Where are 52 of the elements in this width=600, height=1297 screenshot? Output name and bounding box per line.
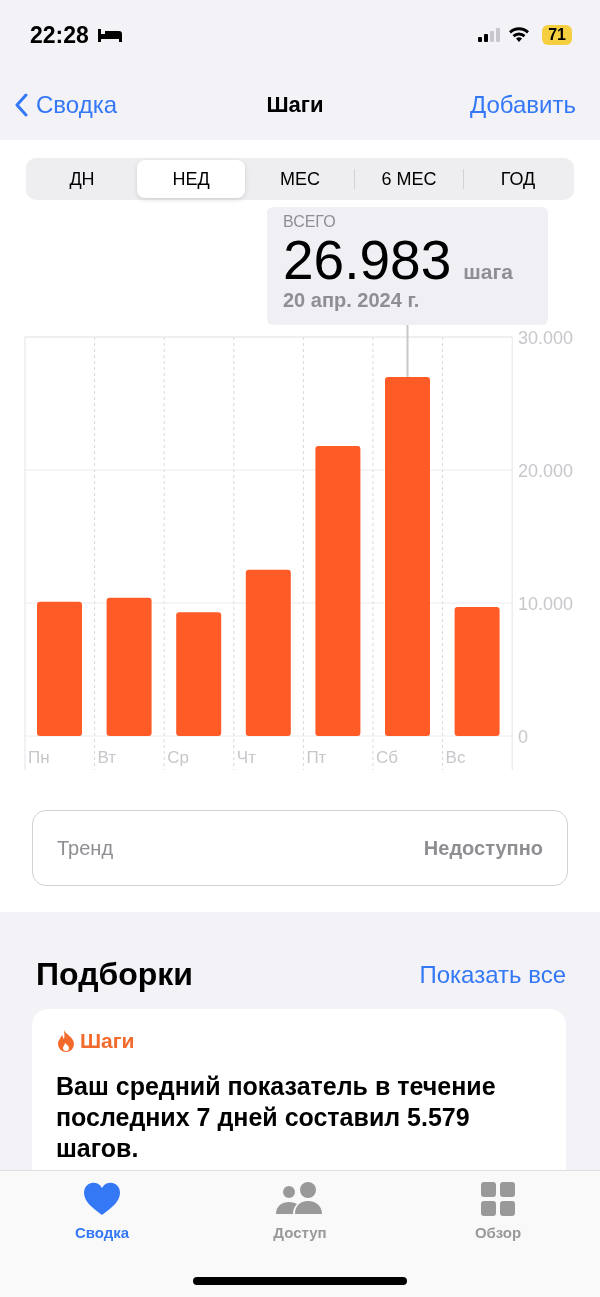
- day-label: Сб: [376, 748, 398, 767]
- axis-label: 10.000: [518, 594, 574, 614]
- bar[interactable]: [454, 607, 500, 736]
- tooltip-unit: шага: [463, 260, 513, 284]
- chevron-left-icon: [14, 93, 28, 117]
- bar[interactable]: [37, 601, 82, 736]
- card-category: Шаги: [80, 1029, 135, 1053]
- leader-line: [406, 324, 409, 378]
- signal-icon: [478, 27, 501, 43]
- section-title: Подборки: [36, 956, 193, 993]
- card-text: Ваш средний показатель в течение последних 7 дней составил 5.579 шагов.: [56, 1071, 497, 1164]
- tab-item[interactable]: Обзор: [438, 1181, 558, 1251]
- axis-label: 30.000: [518, 328, 574, 348]
- segment-tab[interactable]: МЕС: [246, 160, 354, 198]
- trend-label: Тренд: [57, 836, 114, 860]
- wifi-icon: [508, 27, 531, 43]
- segment-tab[interactable]: ДН: [28, 160, 136, 198]
- day-label: Пн: [28, 748, 50, 767]
- trend-row[interactable]: Тренд Недоступно: [32, 810, 568, 886]
- day-label: Чт: [236, 748, 256, 767]
- back-button[interactable]: Сводка: [14, 91, 117, 119]
- add-button[interactable]: Добавить: [469, 91, 576, 119]
- bar[interactable]: [176, 612, 222, 736]
- highlight-card[interactable]: Шаги Ваш средний показатель в течение последних 7 дней составил 5.579 шагов.: [32, 1009, 566, 1170]
- axis-label: 0: [518, 727, 528, 747]
- day-label: Вс: [445, 748, 466, 767]
- day-label: Вт: [97, 748, 117, 767]
- axis-label: 20.000: [518, 461, 574, 481]
- heart-icon: [83, 1182, 121, 1216]
- tooltip-label: ВСЕГО: [283, 213, 337, 231]
- page-title: Шаги: [266, 92, 324, 118]
- tooltip-value: 26.983: [283, 231, 452, 289]
- status-time: 22:28: [30, 21, 89, 49]
- segment-tab[interactable]: НЕД: [137, 160, 245, 198]
- tooltip-date: 20 апр. 2024 г.: [283, 289, 421, 312]
- tab-item[interactable]: Доступ: [240, 1181, 360, 1251]
- bar[interactable]: [315, 446, 361, 736]
- bar[interactable]: [245, 569, 291, 736]
- day-label: Пт: [306, 748, 327, 767]
- show-all-link[interactable]: Показать все: [419, 960, 566, 989]
- trend-value: Недоступно: [423, 836, 543, 860]
- bed-icon: [96, 27, 123, 43]
- battery-icon: 71: [542, 25, 572, 45]
- flame-icon: [56, 1029, 76, 1053]
- people-icon: [275, 1182, 325, 1216]
- tab-item[interactable]: Сводка: [42, 1181, 162, 1251]
- day-label: Ср: [167, 748, 189, 767]
- bar[interactable]: [385, 376, 430, 736]
- segment-tab[interactable]: 6 МЕС: [355, 160, 463, 198]
- segment-tab[interactable]: ГОД: [464, 160, 572, 198]
- bar[interactable]: [106, 597, 152, 736]
- grid-icon: [481, 1182, 515, 1216]
